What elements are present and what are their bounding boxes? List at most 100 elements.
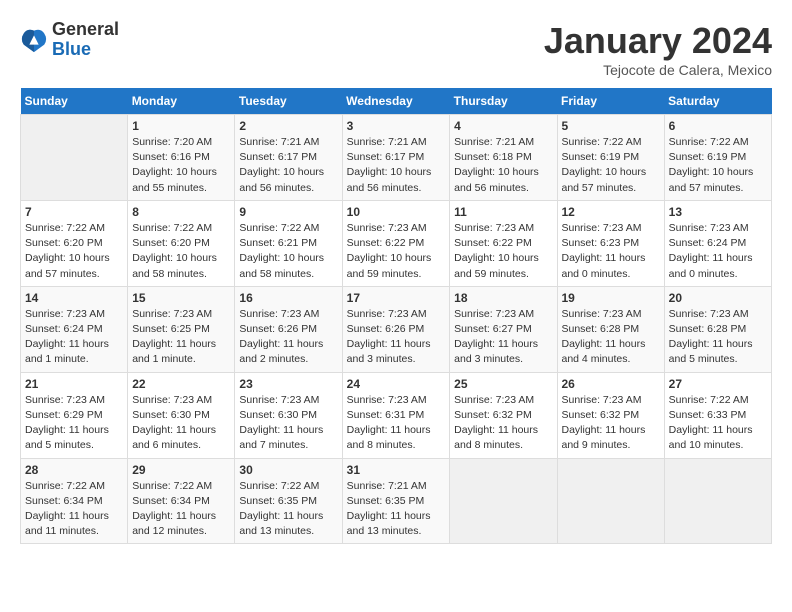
col-header-wednesday: Wednesday: [342, 88, 450, 115]
day-number: 11: [454, 205, 552, 219]
day-number: 31: [347, 463, 446, 477]
day-number: 20: [669, 291, 767, 305]
week-row-5: 28 Sunrise: 7:22 AMSunset: 6:34 PMDayligh…: [21, 458, 772, 544]
day-info: Sunrise: 7:22 AMSunset: 6:19 PMDaylight:…: [669, 135, 767, 196]
col-header-monday: Monday: [128, 88, 235, 115]
day-info: Sunrise: 7:22 AMSunset: 6:33 PMDaylight:…: [669, 393, 767, 454]
day-info: Sunrise: 7:23 AMSunset: 6:31 PMDaylight:…: [347, 393, 446, 454]
day-number: 28: [25, 463, 123, 477]
day-info: Sunrise: 7:22 AMSunset: 6:19 PMDaylight:…: [562, 135, 660, 196]
location: Tejocote de Calera, Mexico: [544, 62, 772, 78]
day-info: Sunrise: 7:20 AMSunset: 6:16 PMDaylight:…: [132, 135, 230, 196]
day-number: 26: [562, 377, 660, 391]
day-number: 15: [132, 291, 230, 305]
day-cell: 27Sunrise: 7:22 AMSunset: 6:33 PMDayligh…: [664, 372, 771, 458]
day-number: 21: [25, 377, 123, 391]
day-number: 12: [562, 205, 660, 219]
day-cell: 23Sunrise: 7:23 AMSunset: 6:30 PMDayligh…: [235, 372, 342, 458]
day-info: Sunrise: 7:23 AMSunset: 6:22 PMDaylight:…: [454, 221, 552, 282]
day-number: 25: [454, 377, 552, 391]
day-cell: 30 Sunrise: 7:22 AMSunset: 6:35 PMDayligh…: [235, 458, 342, 544]
day-cell: [21, 115, 128, 201]
day-number: 1: [132, 119, 230, 133]
day-info: Sunrise: 7:21 AMSunset: 6:17 PMDaylight:…: [347, 135, 446, 196]
day-number: 4: [454, 119, 552, 133]
day-info: Sunrise: 7:22 AMSunset: 6:20 PMDaylight:…: [25, 221, 123, 282]
day-cell: 15 Sunrise: 7:23 AMSunset: 6:25 PMDayligh…: [128, 286, 235, 372]
day-info: Sunrise: 7:23 AMSunset: 6:30 PMDaylight:…: [239, 393, 337, 454]
col-header-friday: Friday: [557, 88, 664, 115]
logo: General Blue: [20, 20, 119, 60]
day-info: Sunrise: 7:23 AMSunset: 6:23 PMDaylight:…: [562, 221, 660, 282]
day-info: Sunrise: 7:22 AMSunset: 6:35 PMDaylight:…: [239, 479, 337, 540]
title-block: January 2024 Tejocote de Calera, Mexico: [544, 20, 772, 78]
day-number: 9: [239, 205, 337, 219]
day-cell: 17Sunrise: 7:23 AMSunset: 6:26 PMDayligh…: [342, 286, 450, 372]
day-cell: 5 Sunrise: 7:22 AMSunset: 6:19 PMDaylight…: [557, 115, 664, 201]
day-cell: 13 Sunrise: 7:23 AMSunset: 6:24 PMDayligh…: [664, 200, 771, 286]
day-info: Sunrise: 7:23 AMSunset: 6:24 PMDaylight:…: [25, 307, 123, 368]
day-info: Sunrise: 7:23 AMSunset: 6:32 PMDaylight:…: [562, 393, 660, 454]
day-info: Sunrise: 7:23 AMSunset: 6:29 PMDaylight:…: [25, 393, 123, 454]
day-info: Sunrise: 7:21 AMSunset: 6:35 PMDaylight:…: [347, 479, 446, 540]
week-row-1: 1 Sunrise: 7:20 AMSunset: 6:16 PMDaylight…: [21, 115, 772, 201]
day-cell: 6 Sunrise: 7:22 AMSunset: 6:19 PMDaylight…: [664, 115, 771, 201]
day-cell: 14Sunrise: 7:23 AMSunset: 6:24 PMDayligh…: [21, 286, 128, 372]
col-header-tuesday: Tuesday: [235, 88, 342, 115]
week-row-2: 7 Sunrise: 7:22 AMSunset: 6:20 PMDaylight…: [21, 200, 772, 286]
day-cell: 16 Sunrise: 7:23 AMSunset: 6:26 PMDayligh…: [235, 286, 342, 372]
day-cell: 9 Sunrise: 7:22 AMSunset: 6:21 PMDaylight…: [235, 200, 342, 286]
day-cell: 8Sunrise: 7:22 AMSunset: 6:20 PMDaylight…: [128, 200, 235, 286]
day-cell: 24 Sunrise: 7:23 AMSunset: 6:31 PMDayligh…: [342, 372, 450, 458]
day-number: 24: [347, 377, 446, 391]
day-number: 6: [669, 119, 767, 133]
day-cell: 19Sunrise: 7:23 AMSunset: 6:28 PMDayligh…: [557, 286, 664, 372]
day-number: 2: [239, 119, 337, 133]
day-info: Sunrise: 7:22 AMSunset: 6:20 PMDaylight:…: [132, 221, 230, 282]
calendar-table: SundayMondayTuesdayWednesdayThursdayFrid…: [20, 88, 772, 544]
col-header-sunday: Sunday: [21, 88, 128, 115]
day-number: 30: [239, 463, 337, 477]
col-header-thursday: Thursday: [450, 88, 557, 115]
day-info: Sunrise: 7:23 AMSunset: 6:24 PMDaylight:…: [669, 221, 767, 282]
day-info: Sunrise: 7:23 AMSunset: 6:22 PMDaylight:…: [347, 221, 446, 282]
day-info: Sunrise: 7:22 AMSunset: 6:34 PMDaylight:…: [25, 479, 123, 540]
day-number: 17: [347, 291, 446, 305]
day-cell: 26 Sunrise: 7:23 AMSunset: 6:32 PMDayligh…: [557, 372, 664, 458]
day-number: 7: [25, 205, 123, 219]
day-info: Sunrise: 7:23 AMSunset: 6:27 PMDaylight:…: [454, 307, 552, 368]
day-number: 5: [562, 119, 660, 133]
day-cell: [557, 458, 664, 544]
month-title: January 2024: [544, 20, 772, 62]
col-header-saturday: Saturday: [664, 88, 771, 115]
day-cell: 20 Sunrise: 7:23 AMSunset: 6:28 PMDayligh…: [664, 286, 771, 372]
day-cell: 28 Sunrise: 7:22 AMSunset: 6:34 PMDayligh…: [21, 458, 128, 544]
day-cell: 21 Sunrise: 7:23 AMSunset: 6:29 PMDayligh…: [21, 372, 128, 458]
day-number: 22: [132, 377, 230, 391]
day-info: Sunrise: 7:22 AMSunset: 6:21 PMDaylight:…: [239, 221, 337, 282]
day-cell: 25 Sunrise: 7:23 AMSunset: 6:32 PMDayligh…: [450, 372, 557, 458]
logo-icon: [20, 26, 48, 54]
day-info: Sunrise: 7:23 AMSunset: 6:28 PMDaylight:…: [562, 307, 660, 368]
day-number: 18: [454, 291, 552, 305]
logo-text: General Blue: [52, 20, 119, 60]
week-row-4: 21 Sunrise: 7:23 AMSunset: 6:29 PMDayligh…: [21, 372, 772, 458]
day-info: Sunrise: 7:23 AMSunset: 6:28 PMDaylight:…: [669, 307, 767, 368]
day-cell: 1 Sunrise: 7:20 AMSunset: 6:16 PMDaylight…: [128, 115, 235, 201]
week-row-3: 14Sunrise: 7:23 AMSunset: 6:24 PMDayligh…: [21, 286, 772, 372]
day-number: 10: [347, 205, 446, 219]
day-cell: 29Sunrise: 7:22 AMSunset: 6:34 PMDayligh…: [128, 458, 235, 544]
day-number: 13: [669, 205, 767, 219]
day-number: 16: [239, 291, 337, 305]
day-number: 29: [132, 463, 230, 477]
day-cell: 12 Sunrise: 7:23 AMSunset: 6:23 PMDayligh…: [557, 200, 664, 286]
day-cell: [450, 458, 557, 544]
day-cell: 4Sunrise: 7:21 AMSunset: 6:18 PMDaylight…: [450, 115, 557, 201]
day-info: Sunrise: 7:23 AMSunset: 6:26 PMDaylight:…: [239, 307, 337, 368]
day-cell: 18 Sunrise: 7:23 AMSunset: 6:27 PMDayligh…: [450, 286, 557, 372]
day-cell: 31 Sunrise: 7:21 AMSunset: 6:35 PMDayligh…: [342, 458, 450, 544]
day-cell: [664, 458, 771, 544]
day-info: Sunrise: 7:23 AMSunset: 6:32 PMDaylight:…: [454, 393, 552, 454]
day-info: Sunrise: 7:21 AMSunset: 6:17 PMDaylight:…: [239, 135, 337, 196]
day-info: Sunrise: 7:23 AMSunset: 6:25 PMDaylight:…: [132, 307, 230, 368]
